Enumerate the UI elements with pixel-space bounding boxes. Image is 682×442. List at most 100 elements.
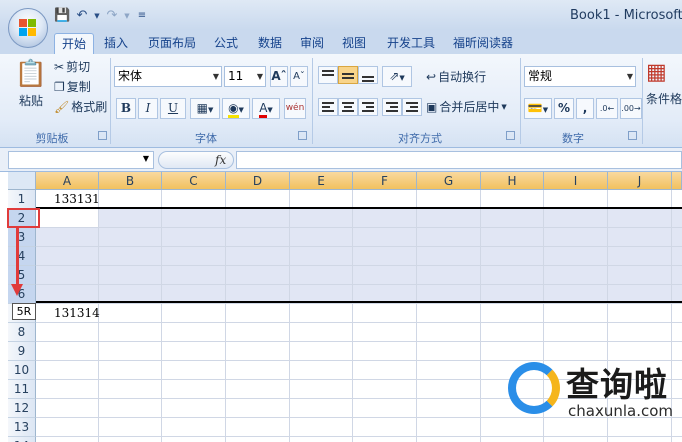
- row-header-5[interactable]: 5: [8, 266, 36, 285]
- conditional-format-label: 条件格: [646, 92, 682, 106]
- column-header-e[interactable]: E: [290, 172, 353, 190]
- tab-developer[interactable]: 开发工具: [380, 33, 442, 54]
- font-group-label: 字体: [195, 132, 217, 145]
- redo-icon[interactable]: ↷: [104, 8, 120, 24]
- formula-input[interactable]: [236, 151, 682, 169]
- chevron-down-icon: ▼: [267, 106, 273, 114]
- align-right-icon[interactable]: [358, 98, 378, 116]
- row-header-10[interactable]: 10: [8, 361, 36, 380]
- format-painter-button[interactable]: 🖌 格式刷: [54, 98, 107, 115]
- tab-foxit-reader[interactable]: 福昕阅读器: [448, 33, 518, 54]
- column-header-c[interactable]: C: [162, 172, 226, 190]
- save-icon[interactable]: 💾: [54, 8, 70, 24]
- cut-button[interactable]: ✂ 剪切: [54, 58, 90, 75]
- row-header-11[interactable]: 11: [8, 380, 36, 399]
- copy-icon: ❐: [54, 79, 65, 94]
- column-header-d[interactable]: D: [226, 172, 290, 190]
- copy-button[interactable]: ❐ 复制: [54, 78, 91, 95]
- wrap-text-icon: ↩: [426, 69, 437, 84]
- tab-review[interactable]: 审阅: [294, 33, 330, 54]
- underline-button[interactable]: U: [160, 98, 186, 119]
- row-header-14[interactable]: 14: [8, 437, 36, 442]
- tab-view[interactable]: 视图: [336, 33, 372, 54]
- cell-a1[interactable]: 133131: [54, 192, 100, 206]
- paste-button[interactable]: 📋 粘贴: [14, 58, 48, 109]
- italic-button[interactable]: I: [138, 98, 158, 119]
- phonetic-guide-button[interactable]: wén: [284, 98, 306, 119]
- customize-qat-icon[interactable]: ≡: [134, 8, 150, 24]
- accounting-format-button[interactable]: 💳▼: [524, 98, 552, 119]
- font-color-button[interactable]: A▼: [252, 98, 280, 119]
- row-header-12[interactable]: 12: [8, 399, 36, 418]
- row-header-9[interactable]: 9: [8, 342, 36, 361]
- comma-button[interactable]: ,: [576, 98, 594, 119]
- percent-button[interactable]: %: [554, 98, 574, 119]
- ribbon: 📋 粘贴 ✂ 剪切 ❐ 复制 🖌 格式刷 剪贴板 宋体 ▼ 11 ▼ Aˆ Aˇ…: [0, 54, 682, 148]
- borders-button[interactable]: ▦▼: [190, 98, 220, 119]
- shrink-font-icon[interactable]: Aˇ: [290, 66, 308, 87]
- clipboard-launcher-icon[interactable]: [98, 131, 107, 140]
- tab-insert[interactable]: 插入: [98, 33, 134, 54]
- grow-font-icon[interactable]: Aˆ: [270, 66, 288, 87]
- decrease-decimal-icon[interactable]: .00→: [620, 98, 642, 119]
- increase-indent-icon[interactable]: [402, 98, 422, 116]
- fx-icon: fx: [215, 153, 227, 167]
- tab-formulas[interactable]: 公式: [208, 33, 244, 54]
- tab-page-layout[interactable]: 页面布局: [142, 33, 202, 54]
- column-header-a[interactable]: A: [36, 172, 99, 190]
- select-all-corner[interactable]: [8, 172, 36, 190]
- row-selection-border: [36, 207, 682, 303]
- row-header-8[interactable]: 8: [8, 323, 36, 342]
- insert-function-button[interactable]: fx: [158, 151, 234, 169]
- conditional-format-button[interactable]: ▦ 条件格: [646, 58, 682, 107]
- undo-dropdown-icon[interactable]: ▼: [94, 8, 100, 24]
- chevron-down-icon: ▼: [142, 154, 149, 163]
- redo-dropdown-icon[interactable]: ▼: [124, 8, 130, 24]
- font-launcher-icon[interactable]: [298, 131, 307, 140]
- font-size-value: 11: [228, 69, 244, 83]
- tab-data[interactable]: 数据: [252, 33, 288, 54]
- column-header-j[interactable]: J: [608, 172, 672, 190]
- align-top-icon[interactable]: [318, 66, 338, 84]
- align-left-icon[interactable]: [318, 98, 338, 116]
- fill-color-button[interactable]: ◉▼: [222, 98, 250, 119]
- annotation-arrow-line: [16, 228, 19, 288]
- number-format-select[interactable]: 常规 ▼: [524, 66, 636, 87]
- wrap-text-button[interactable]: ↩ 自动换行: [426, 68, 486, 85]
- column-header-h[interactable]: H: [481, 172, 544, 190]
- group-divider: [642, 58, 643, 144]
- conditional-format-icon: ▦: [646, 60, 667, 85]
- undo-icon[interactable]: ↶: [74, 8, 90, 24]
- row-header-4[interactable]: 4: [8, 247, 36, 266]
- paste-label: 粘贴: [18, 94, 43, 108]
- row-header-1[interactable]: 1: [8, 190, 36, 209]
- align-center-icon[interactable]: [338, 98, 358, 116]
- column-header-f[interactable]: F: [353, 172, 417, 190]
- bold-button[interactable]: B: [116, 98, 136, 119]
- alignment-launcher-icon[interactable]: [506, 131, 515, 140]
- column-header-k[interactable]: [672, 172, 682, 190]
- office-button[interactable]: [8, 8, 48, 48]
- row-header-13[interactable]: 13: [8, 418, 36, 437]
- wrap-text-label: 自动换行: [438, 70, 487, 84]
- name-box[interactable]: ▼: [8, 151, 154, 169]
- align-middle-icon[interactable]: [338, 66, 358, 84]
- column-header-g[interactable]: G: [417, 172, 481, 190]
- row-header-3[interactable]: 3: [8, 228, 36, 247]
- merge-center-button[interactable]: ▣ 合并后居中 ▼: [426, 98, 507, 115]
- column-header-i[interactable]: I: [544, 172, 608, 190]
- orientation-button[interactable]: ⇗▼: [382, 66, 412, 87]
- increase-decimal-icon[interactable]: .0←: [596, 98, 618, 119]
- cell-a7[interactable]: 131314: [54, 306, 100, 320]
- align-bottom-icon[interactable]: [358, 66, 378, 84]
- format-painter-label: 格式刷: [71, 100, 108, 114]
- column-header-b[interactable]: B: [99, 172, 162, 190]
- clipboard-group-label: 剪贴板: [35, 132, 69, 145]
- number-launcher-icon[interactable]: [628, 131, 637, 140]
- font-name-select[interactable]: 宋体 ▼: [114, 66, 222, 87]
- group-divider: [520, 58, 521, 144]
- tab-home[interactable]: 开始: [54, 33, 94, 54]
- font-size-select[interactable]: 11 ▼: [224, 66, 266, 87]
- merge-center-label: 合并后居中: [439, 100, 500, 114]
- decrease-indent-icon[interactable]: [382, 98, 402, 116]
